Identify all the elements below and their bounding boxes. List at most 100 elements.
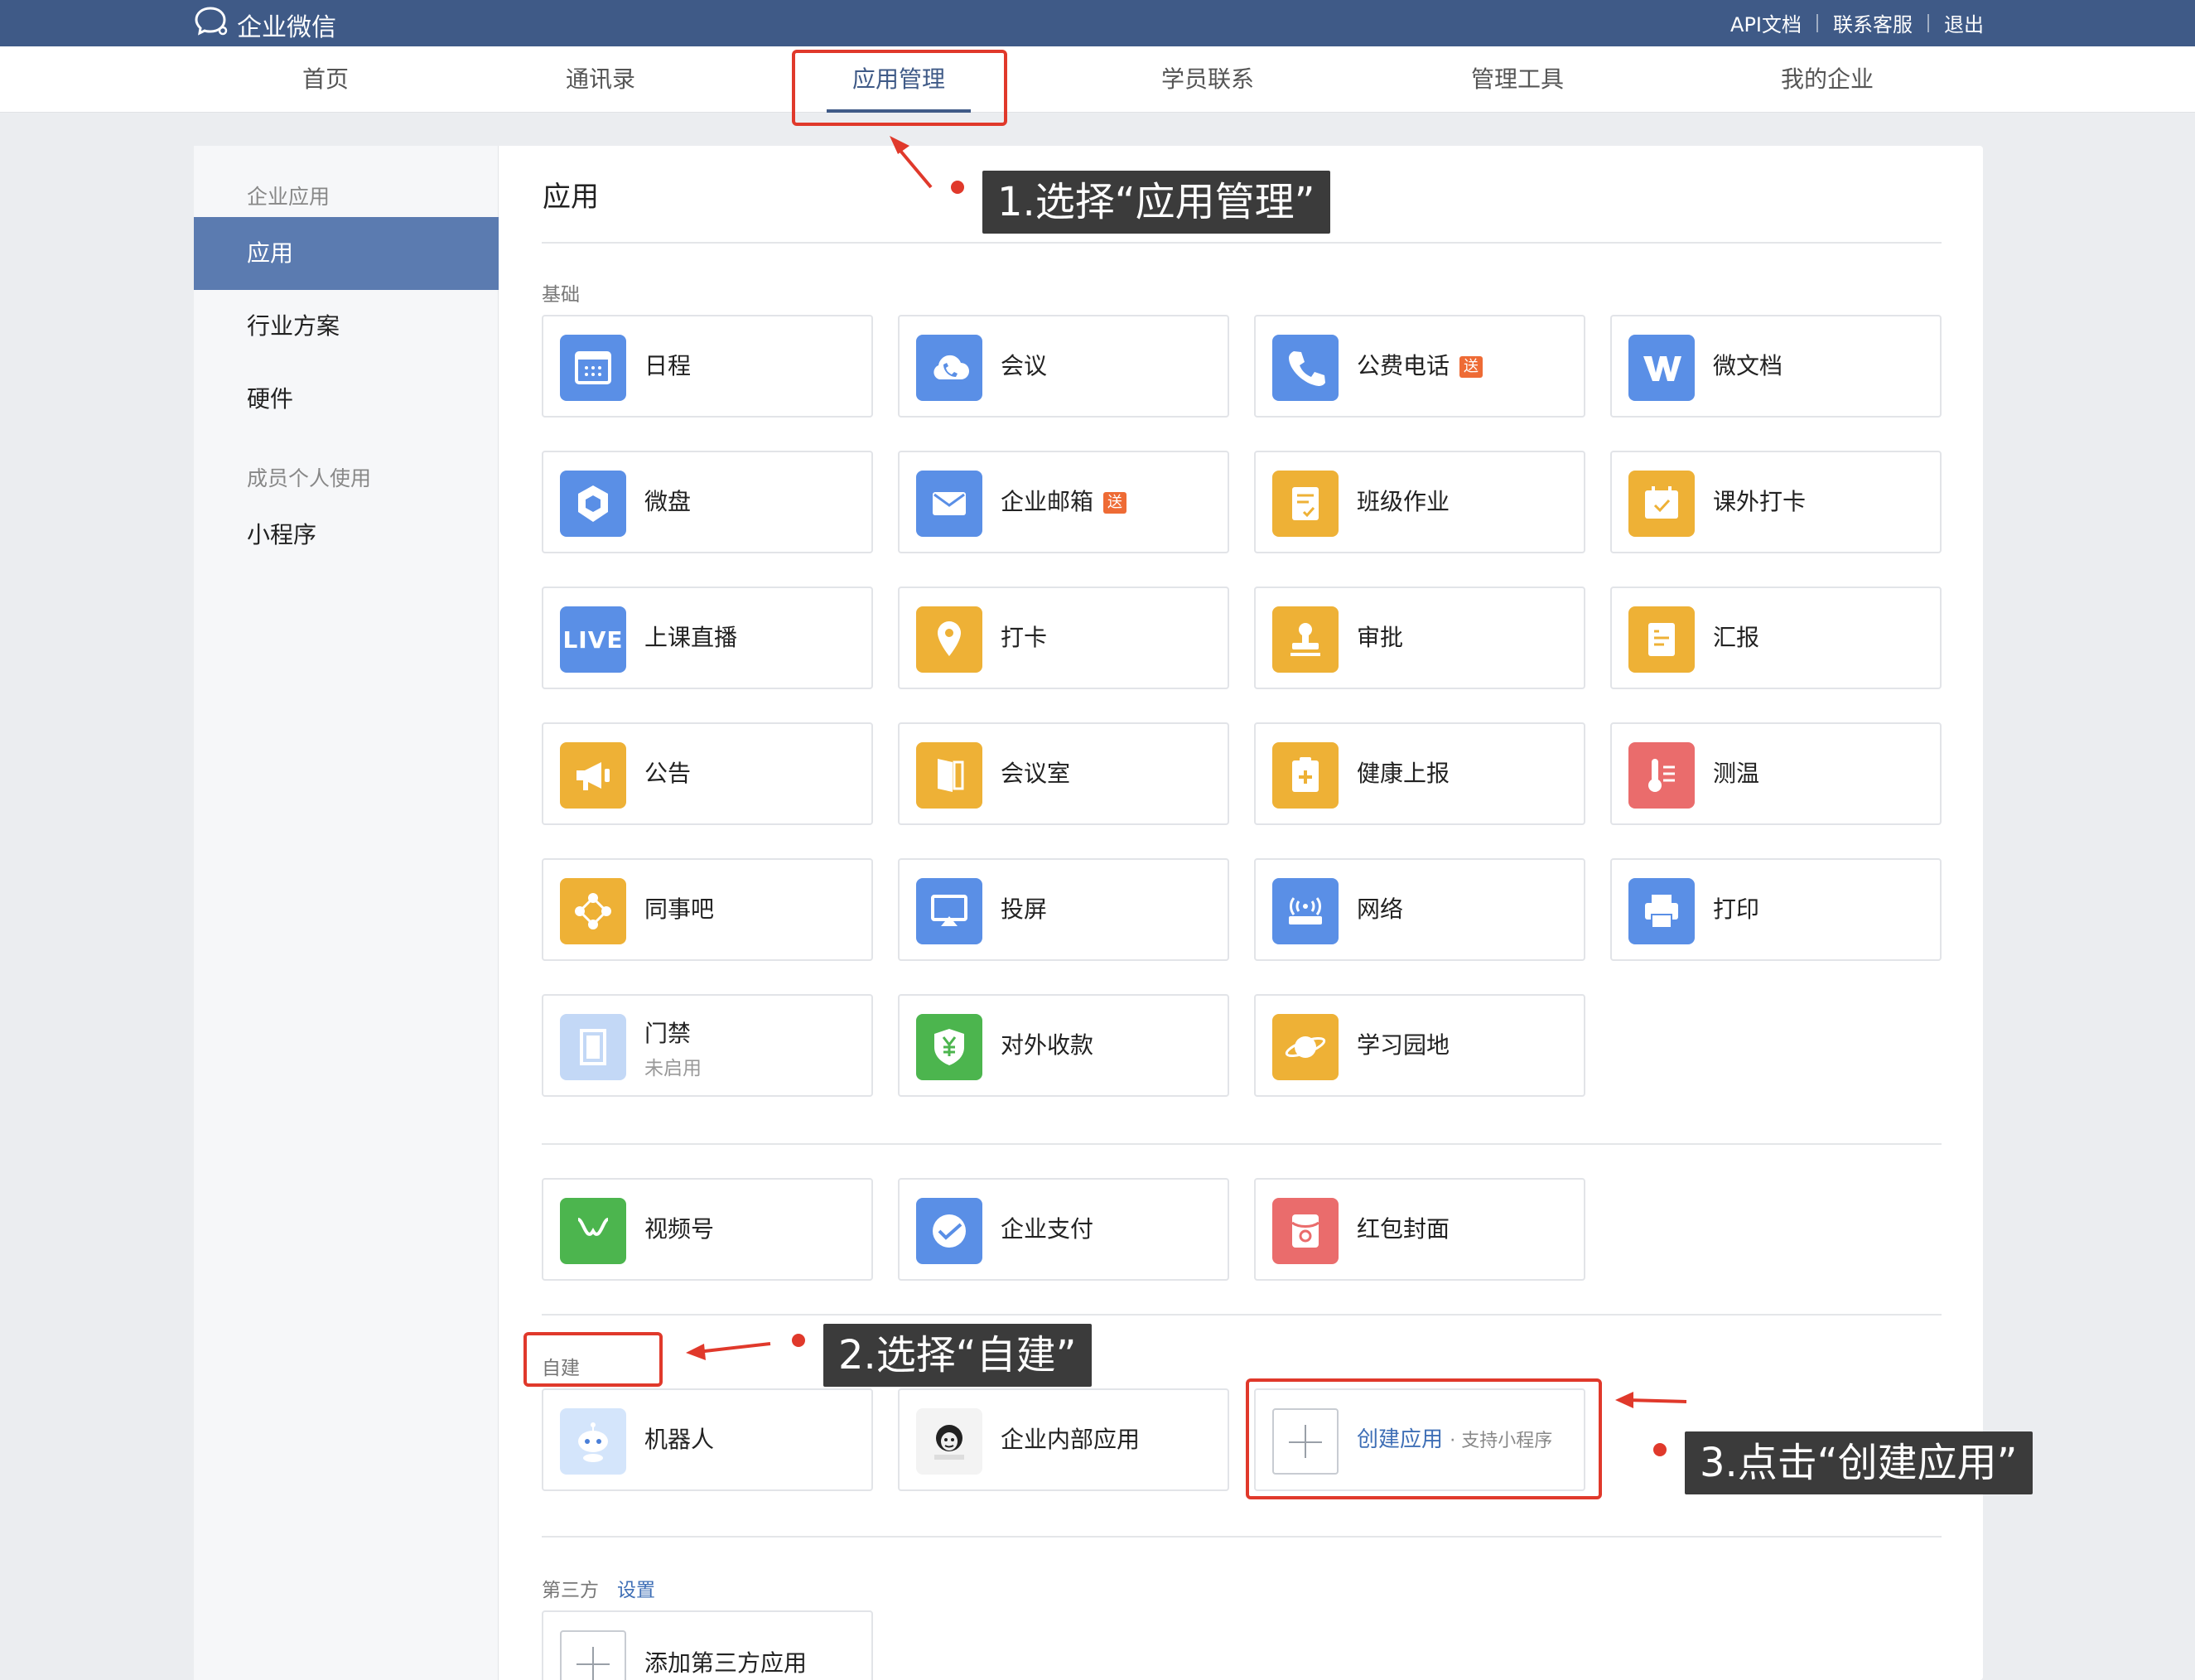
thermometer-icon	[1628, 742, 1695, 809]
app-tile-class-homework[interactable]: 班级作业	[1254, 451, 1585, 553]
divider	[542, 1536, 1942, 1538]
app-tile-temperature[interactable]: 测温	[1610, 722, 1942, 825]
yuan-shield-icon	[916, 1014, 982, 1080]
app-tile-approval[interactable]: 审批	[1254, 587, 1585, 689]
app-tile-report[interactable]: 汇报	[1610, 587, 1942, 689]
app-tile-learning-garden[interactable]: 学习园地	[1254, 994, 1585, 1097]
app-name: 打印	[1713, 896, 1760, 923]
app-tile-enterprise-mail[interactable]: 企业邮箱送	[898, 451, 1229, 553]
app-tile-announcement[interactable]: 公告	[542, 722, 873, 825]
callout-step2: 2.选择“自建”	[823, 1324, 1092, 1387]
app-tile-live-class[interactable]: LIVE 上课直播	[542, 587, 873, 689]
section-label-basic: 基础	[542, 284, 580, 306]
app-name: 对外收款	[1001, 1031, 1094, 1059]
contact-support-link[interactable]: 联系客服	[1833, 8, 1913, 37]
nav-home[interactable]: 首页	[302, 46, 349, 113]
callout-step3: 3.点击“创建应用”	[1685, 1431, 2033, 1494]
app-name: 投屏	[1001, 896, 1048, 923]
phone-icon	[1272, 335, 1339, 401]
planet-icon	[1272, 1014, 1339, 1080]
app-tile-public-phone[interactable]: 公费电话送	[1254, 315, 1585, 418]
app-tile-extracurricular-checkin[interactable]: 课外打卡	[1610, 451, 1942, 553]
meme-avatar-icon	[916, 1408, 982, 1475]
app-name: 微盘	[644, 488, 692, 515]
app-name: 企业支付	[1001, 1215, 1094, 1243]
app-tile-robot[interactable]: 机器人	[542, 1388, 873, 1491]
add-third-party-label: 添加第三方应用	[644, 1649, 808, 1677]
api-docs-link[interactable]: API文档	[1730, 8, 1802, 37]
stamp-icon	[1272, 606, 1339, 673]
highlight-custom-section	[523, 1332, 663, 1387]
sidebar-item-apps[interactable]: 应用	[194, 217, 499, 290]
wecom-logo-icon	[194, 5, 230, 45]
sidebar-item-miniprogram[interactable]: 小程序	[194, 499, 499, 572]
main-nav: 首页 通讯录 应用管理 学员联系 管理工具 我的企业	[0, 46, 2195, 113]
app-tile-wedoc[interactable]: 微文档	[1610, 315, 1942, 418]
airplay-icon	[916, 878, 982, 944]
nav-my-enterprise[interactable]: 我的企业	[1781, 46, 1874, 113]
nav-admin-tools[interactable]: 管理工具	[1471, 46, 1564, 113]
app-tile-print[interactable]: 打印	[1610, 858, 1942, 961]
app-tile-checkin[interactable]: 打卡	[898, 587, 1229, 689]
sidebar: 企业应用 应用 行业方案 硬件 成员个人使用 小程序	[194, 146, 499, 1680]
app-name: 微文档	[1713, 352, 1783, 379]
app-status: 未启用	[644, 1058, 702, 1079]
logo[interactable]: 企业微信	[194, 5, 336, 45]
report-icon	[1628, 606, 1695, 673]
app-tile-colleague-forum[interactable]: 同事吧	[542, 858, 873, 961]
app-tile-weidisk[interactable]: 微盘	[542, 451, 873, 553]
app-name: 公费电话送	[1357, 316, 1483, 416]
callout-step1: 1.选择“应用管理”	[982, 171, 1330, 234]
sidebar-category-personal: 成员个人使用	[247, 466, 372, 490]
calendar-check-icon	[1628, 471, 1695, 537]
third-party-settings-link[interactable]: 设置	[617, 1580, 655, 1601]
app-tile-health-report[interactable]: 健康上报	[1254, 722, 1585, 825]
add-third-party-button[interactable]: 添加第三方应用	[542, 1610, 873, 1680]
channels-icon	[560, 1198, 626, 1264]
logout-link[interactable]: 退出	[1944, 8, 1984, 37]
app-tile-access-control[interactable]: 门禁 未启用	[542, 994, 873, 1097]
app-tile-meeting-room[interactable]: 会议室	[898, 722, 1229, 825]
network-nodes-icon	[560, 878, 626, 944]
app-name: 企业内部应用	[1001, 1426, 1141, 1453]
annotation-dot	[792, 1334, 805, 1347]
app-name: 门禁	[644, 1020, 692, 1047]
nav-student-contact[interactable]: 学员联系	[1161, 46, 1254, 113]
app-tile-schedule[interactable]: 日程	[542, 315, 873, 418]
app-tile-screencast[interactable]: 投屏	[898, 858, 1229, 961]
door-icon	[916, 742, 982, 809]
app-tile-red-packet-cover[interactable]: 红包封面	[1254, 1178, 1585, 1281]
app-name: 打卡	[1001, 624, 1048, 651]
third-party-label: 第三方	[542, 1580, 599, 1601]
gift-badge: 送	[1459, 356, 1483, 378]
annotation-dot	[1653, 1443, 1667, 1456]
app-tile-internal-app[interactable]: 企业内部应用	[898, 1388, 1229, 1491]
divider	[542, 1143, 1942, 1145]
app-name: 汇报	[1713, 624, 1760, 651]
section-label-third-party: 第三方 设置	[542, 1574, 655, 1602]
robot-icon	[560, 1408, 626, 1475]
sidebar-item-hardware[interactable]: 硬件	[194, 363, 499, 436]
pay-check-icon	[916, 1198, 982, 1264]
app-tile-channels[interactable]: 视频号	[542, 1178, 873, 1281]
nav-contacts[interactable]: 通讯录	[566, 46, 635, 113]
red-packet-icon	[1272, 1198, 1339, 1264]
app-tile-network[interactable]: 网络	[1254, 858, 1585, 961]
divider	[542, 1314, 1942, 1316]
annotation-dot	[951, 181, 964, 194]
sidebar-item-industry[interactable]: 行业方案	[194, 290, 499, 363]
app-name-text: 企业邮箱	[1001, 488, 1094, 515]
calendar-icon	[560, 335, 626, 401]
app-name: 同事吧	[644, 896, 715, 923]
app-name: 审批	[1357, 624, 1404, 651]
highlight-app-management	[792, 50, 1007, 126]
gift-badge: 送	[1103, 492, 1127, 514]
app-name: 健康上报	[1357, 760, 1450, 787]
app-tile-meeting[interactable]: 会议	[898, 315, 1229, 418]
app-name: 红包封面	[1357, 1215, 1450, 1243]
location-pin-icon	[916, 606, 982, 673]
homework-icon	[1272, 471, 1339, 537]
app-tile-enterprise-pay[interactable]: 企业支付	[898, 1178, 1229, 1281]
app-tile-external-payment[interactable]: 对外收款	[898, 994, 1229, 1097]
logo-text: 企业微信	[237, 13, 336, 42]
